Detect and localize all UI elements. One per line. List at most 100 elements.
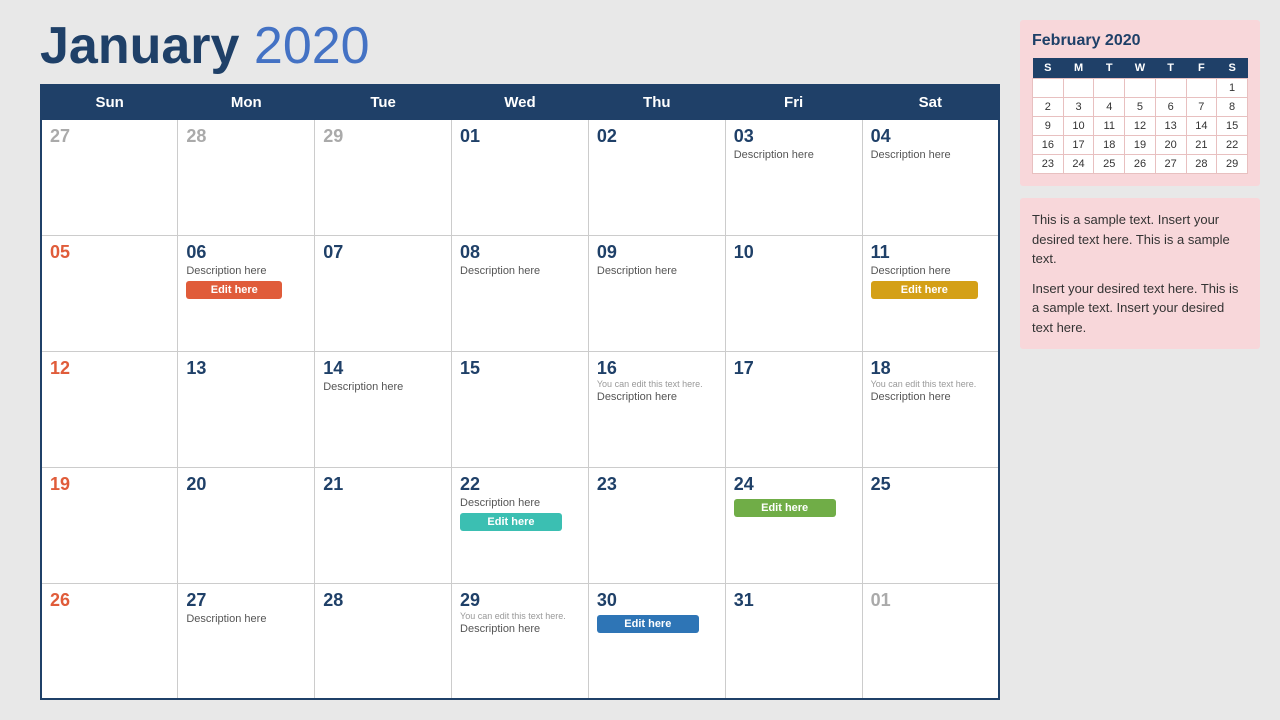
- mini-cal-day: [1155, 79, 1186, 98]
- edit-button[interactable]: Edit here: [460, 513, 562, 531]
- day-description: Description here: [460, 265, 580, 277]
- day-number: 01: [871, 590, 990, 611]
- calendar-week-row: 12 13 14 Description here 15 16You can edit t…: [41, 351, 999, 467]
- mini-cal-day: 7: [1186, 98, 1217, 117]
- calendar-day-cell: 03 Description here: [725, 120, 862, 236]
- mini-cal-day: [1094, 79, 1125, 98]
- main-calendar: January 2020 Sun Mon Tue Wed Thu Fri Sat…: [40, 20, 1000, 700]
- mini-calendar-box: February 2020 S M T W T F S 123456789101…: [1020, 20, 1260, 186]
- mini-cal-day: 19: [1125, 136, 1156, 155]
- calendar-day-cell: 27: [41, 120, 178, 236]
- day-description: Description here: [186, 613, 306, 625]
- calendar-day-cell: 27 Description here: [178, 583, 315, 699]
- day-number: 28: [323, 590, 443, 611]
- day-number: 28: [186, 126, 306, 147]
- day-note: You can edit this text here.: [460, 611, 580, 621]
- mini-cal-day: [1063, 79, 1094, 98]
- calendar-day-cell: 08Description here: [452, 235, 589, 351]
- day-description: Description here: [871, 149, 990, 161]
- mini-cal-row: 16171819202122: [1033, 136, 1248, 155]
- day-number: 26: [50, 590, 169, 611]
- day-number: 09: [597, 242, 717, 263]
- day-number: 29: [323, 126, 443, 147]
- calendar-day-cell: 19: [41, 467, 178, 583]
- calendar-day-cell: 13: [178, 351, 315, 467]
- mini-cal-day: 28: [1186, 155, 1217, 174]
- mini-cal-day: 5: [1125, 98, 1156, 117]
- calendar-day-cell: 11Description hereEdit here: [862, 235, 999, 351]
- calendar-week-row: 272829010203Description here04Descriptio…: [41, 120, 999, 236]
- day-number: 16: [597, 358, 717, 379]
- calendar-day-cell: 20: [178, 467, 315, 583]
- day-number: 30: [597, 590, 717, 611]
- day-number: 13: [186, 358, 306, 379]
- day-description: Description here: [871, 265, 990, 277]
- mini-cal-day: 23: [1033, 155, 1064, 174]
- mini-cal-title: February 2020: [1032, 32, 1248, 50]
- mini-cal-day: 15: [1217, 117, 1248, 136]
- day-number: 29: [460, 590, 580, 611]
- calendar-day-cell: 24 Edit here: [725, 467, 862, 583]
- calendar-day-cell: 07: [315, 235, 452, 351]
- sidebar: February 2020 S M T W T F S 123456789101…: [1020, 20, 1260, 700]
- day-number: 03: [734, 126, 854, 147]
- calendar-day-cell: 12: [41, 351, 178, 467]
- day-number: 05: [50, 242, 169, 263]
- edit-button[interactable]: Edit here: [597, 615, 699, 633]
- day-number: 01: [460, 126, 580, 147]
- mini-cal-day: 4: [1094, 98, 1125, 117]
- calendar-day-cell: 18You can edit this text here.Descriptio…: [862, 351, 999, 467]
- calendar-day-cell: 09Description here: [588, 235, 725, 351]
- mini-cal-day: 24: [1063, 155, 1094, 174]
- day-number: 20: [186, 474, 306, 495]
- day-number: 25: [871, 474, 990, 495]
- day-number: 07: [323, 242, 443, 263]
- mini-cal-day: 18: [1094, 136, 1125, 155]
- day-number: 31: [734, 590, 854, 611]
- day-number: 10: [734, 242, 854, 263]
- day-number: 24: [734, 474, 854, 495]
- mini-cal-day: 9: [1033, 117, 1064, 136]
- calendar-day-cell: 01: [452, 120, 589, 236]
- edit-button[interactable]: Edit here: [734, 499, 836, 517]
- mini-cal-day: 11: [1094, 117, 1125, 136]
- day-number: 15: [460, 358, 580, 379]
- day-number: 06: [186, 242, 306, 263]
- calendar-table: Sun Mon Tue Wed Thu Fri Sat 272829010203…: [40, 84, 1000, 700]
- mini-header-row: S M T W T F S: [1033, 58, 1248, 79]
- mini-h-f: F: [1186, 58, 1217, 79]
- mini-h-s1: S: [1033, 58, 1064, 79]
- mini-cal-day: 14: [1186, 117, 1217, 136]
- mini-cal-row: 23242526272829: [1033, 155, 1248, 174]
- calendar-day-cell: 04 Description here: [862, 120, 999, 236]
- mini-cal-row: 1: [1033, 79, 1248, 98]
- mini-calendar-table: S M T W T F S 12345678910111213141516171…: [1032, 58, 1248, 174]
- edit-button[interactable]: Edit here: [871, 281, 978, 299]
- mini-cal-day: [1125, 79, 1156, 98]
- day-number: 27: [186, 590, 306, 611]
- day-description: Description here: [734, 149, 854, 161]
- day-number: 14: [323, 358, 443, 379]
- day-description: Description here: [597, 391, 717, 403]
- day-number: 04: [871, 126, 990, 147]
- mini-cal-day: 6: [1155, 98, 1186, 117]
- edit-button[interactable]: Edit here: [186, 281, 282, 299]
- mini-cal-day: 22: [1217, 136, 1248, 155]
- day-note: You can edit this text here.: [597, 379, 717, 389]
- header-tue: Tue: [315, 85, 452, 120]
- calendar-day-cell: 29: [315, 120, 452, 236]
- calendar-day-cell: 26: [41, 583, 178, 699]
- day-description: Description here: [186, 265, 306, 277]
- header-mon: Mon: [178, 85, 315, 120]
- calendar-day-cell: 23: [588, 467, 725, 583]
- calendar-week-row: 26 27 Description here 28 29You can edit thi…: [41, 583, 999, 699]
- header-wed: Wed: [452, 85, 589, 120]
- mini-cal-day: 10: [1063, 117, 1094, 136]
- sidebar-text-box: This is a sample text. Insert your desir…: [1020, 198, 1260, 349]
- mini-h-s2: S: [1217, 58, 1248, 79]
- calendar-day-cell: 22Description hereEdit here: [452, 467, 589, 583]
- main-title: January 2020: [40, 20, 1000, 72]
- sidebar-text-2: Insert your desired text here. This is a…: [1032, 279, 1248, 338]
- calendar-day-cell: 06 Description here Edit here: [178, 235, 315, 351]
- day-description: Description here: [460, 623, 580, 635]
